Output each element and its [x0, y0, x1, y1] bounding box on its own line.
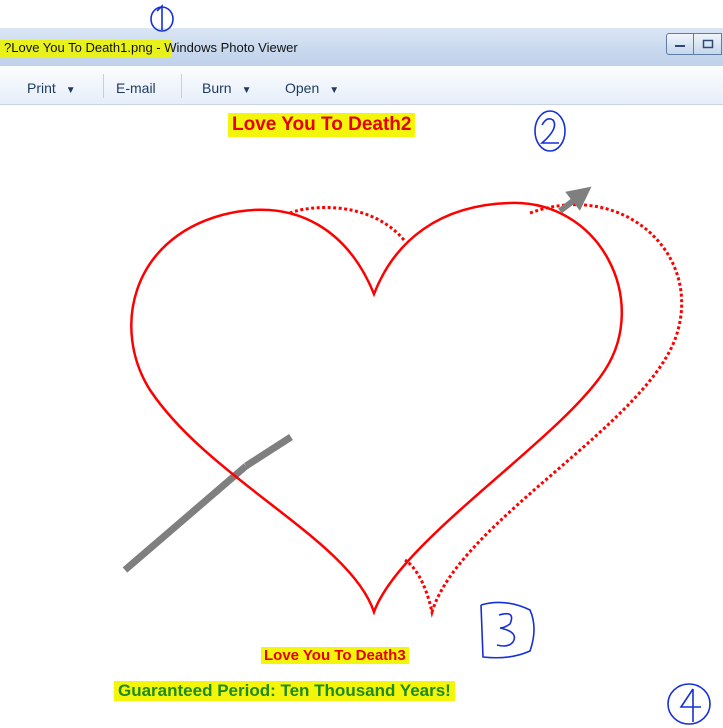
- guarantee-tagline: Guaranteed Period: Ten Thousand Years!: [114, 681, 455, 701]
- shadow-heart: [289, 203, 684, 618]
- annotation-mark-1: [150, 4, 174, 32]
- arrow-shaft-front: [244, 434, 293, 469]
- annotation-mark-4: [667, 683, 711, 725]
- heading-love-you-to-death-2: Love You To Death2: [228, 113, 416, 137]
- heart-illustration: [122, 4, 711, 725]
- arrow-shaft-back: [122, 463, 249, 573]
- heading-love-you-to-death-3: Love You To Death3: [261, 647, 409, 664]
- arrow-head: [558, 186, 592, 214]
- annotation-mark-2: [534, 110, 566, 152]
- main-heart: [130, 201, 623, 616]
- annotation-mark-3: [480, 601, 535, 659]
